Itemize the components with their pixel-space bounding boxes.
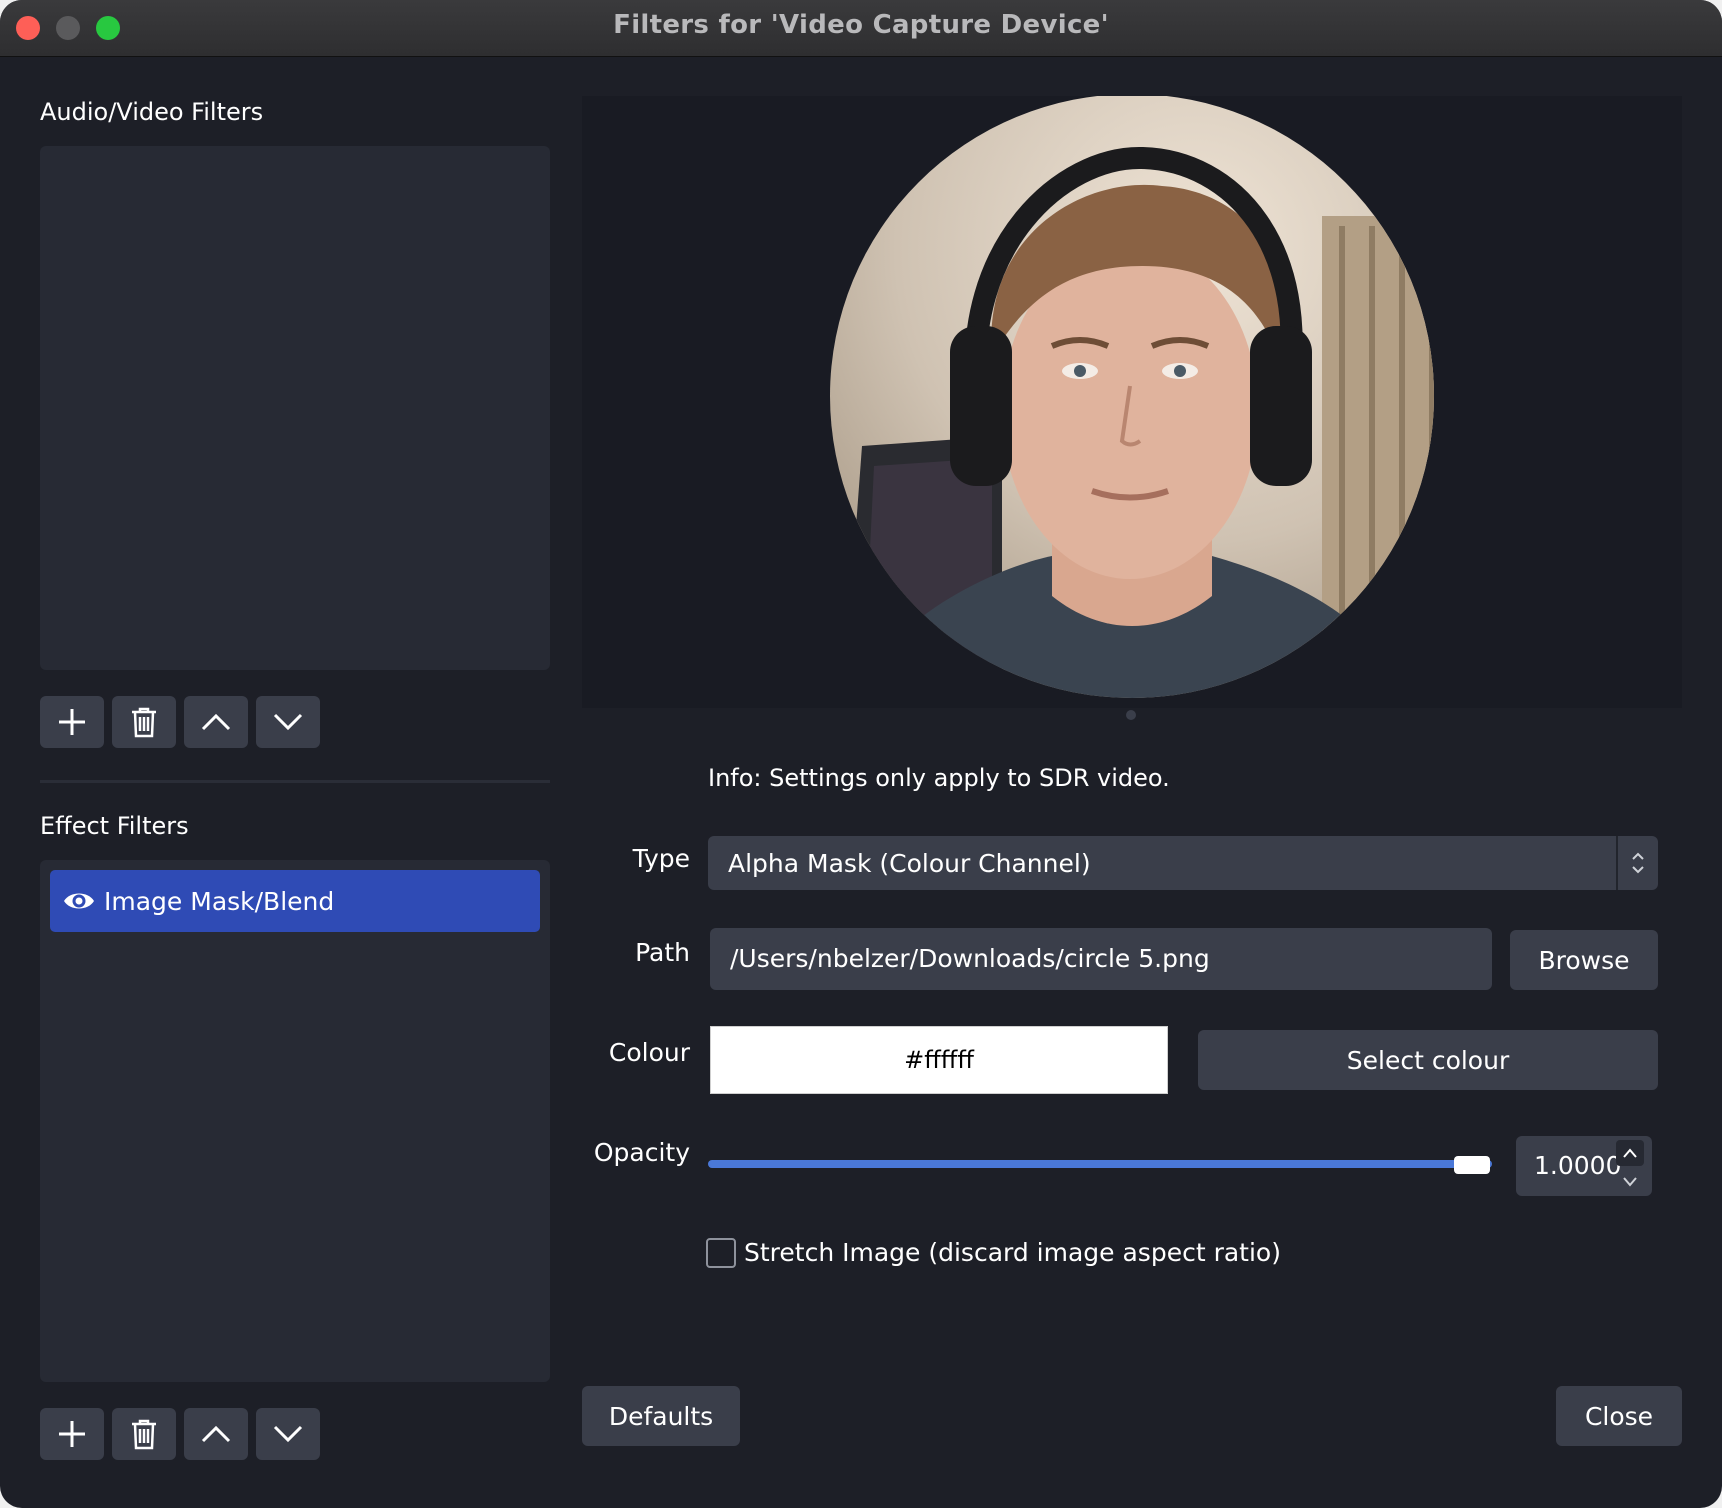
chevron-down-icon	[273, 713, 303, 731]
opacity-slider[interactable]	[708, 1160, 1492, 1168]
effect-move-down-button[interactable]	[256, 1408, 320, 1460]
av-filters-heading: Audio/Video Filters	[40, 98, 264, 126]
type-select[interactable]: Alpha Mask (Colour Channel)	[708, 836, 1658, 890]
close-button[interactable]: Close	[1556, 1386, 1682, 1446]
chevron-down-icon	[273, 1425, 303, 1443]
defaults-button[interactable]: Defaults	[582, 1386, 740, 1446]
plus-icon	[59, 709, 85, 735]
eye-icon[interactable]	[62, 888, 96, 914]
effect-filters-list[interactable]	[40, 860, 550, 1382]
preview-image	[830, 96, 1434, 698]
spin-up-icon[interactable]	[1616, 1140, 1644, 1166]
section-divider	[40, 780, 550, 783]
av-move-up-button[interactable]	[184, 696, 248, 748]
av-move-down-button[interactable]	[256, 696, 320, 748]
opacity-label: Opacity	[593, 1138, 690, 1167]
title-bar[interactable]: Filters for 'Video Capture Device'	[0, 0, 1722, 57]
chevron-up-icon	[201, 713, 231, 731]
preview-resize-handle[interactable]	[1126, 710, 1136, 720]
stretch-image-checkbox[interactable]	[706, 1238, 736, 1268]
opacity-spinbox[interactable]: 1.0000	[1516, 1136, 1652, 1196]
browse-button[interactable]: Browse	[1510, 930, 1658, 990]
spin-down-icon[interactable]	[1616, 1168, 1644, 1194]
type-value: Alpha Mask (Colour Channel)	[728, 849, 1091, 878]
effect-filter-item[interactable]: Image Mask/Blend	[50, 870, 540, 932]
effect-remove-filter-button[interactable]	[112, 1408, 176, 1460]
effect-add-filter-button[interactable]	[40, 1408, 104, 1460]
av-remove-filter-button[interactable]	[112, 696, 176, 748]
effect-filters-heading: Effect Filters	[40, 812, 189, 840]
stretch-image-label: Stretch Image (discard image aspect rati…	[744, 1238, 1281, 1267]
video-preview	[582, 96, 1682, 708]
effect-move-up-button[interactable]	[184, 1408, 248, 1460]
colour-swatch: #ffffff	[710, 1026, 1168, 1094]
plus-icon	[59, 1421, 85, 1447]
select-colour-button[interactable]: Select colour	[1198, 1030, 1658, 1090]
av-add-filter-button[interactable]	[40, 696, 104, 748]
chevron-up-icon	[201, 1425, 231, 1443]
select-arrows-icon	[1616, 836, 1658, 890]
window-title: Filters for 'Video Capture Device'	[613, 10, 1109, 40]
opacity-value: 1.0000	[1534, 1151, 1622, 1180]
trash-icon	[132, 1419, 156, 1450]
colour-label: Colour	[608, 1038, 690, 1067]
trash-icon	[132, 707, 156, 738]
path-label: Path	[635, 938, 690, 967]
opacity-slider-handle[interactable]	[1454, 1156, 1490, 1174]
path-value: /Users/nbelzer/Downloads/circle 5.png	[730, 944, 1210, 973]
colour-value: #ffffff	[904, 1046, 974, 1074]
av-filters-list[interactable]	[40, 146, 550, 670]
effect-filter-label: Image Mask/Blend	[104, 886, 335, 916]
type-label: Type	[632, 844, 690, 873]
path-field[interactable]: /Users/nbelzer/Downloads/circle 5.png	[710, 928, 1492, 990]
filters-window: Filters for 'Video Capture Device' Audio…	[0, 0, 1722, 1508]
info-text: Info: Settings only apply to SDR video.	[708, 764, 1170, 792]
